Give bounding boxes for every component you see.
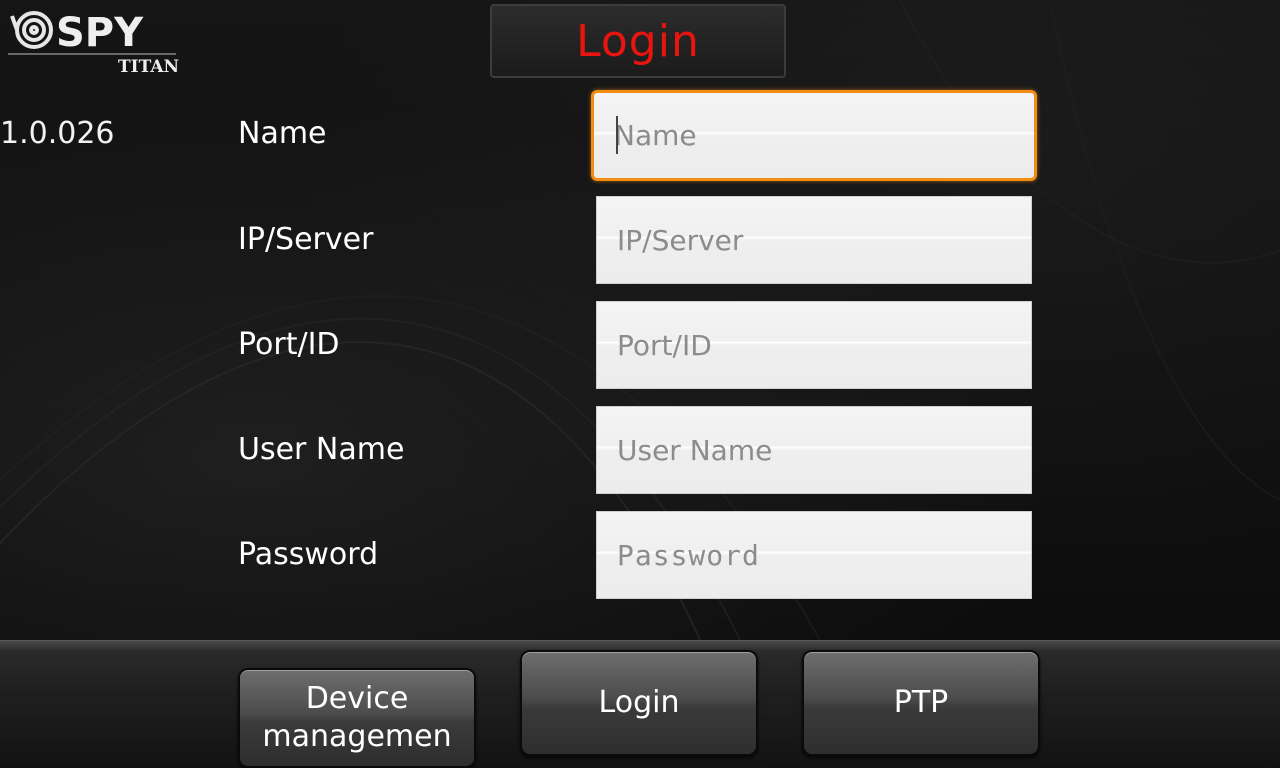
ptp-button-label: PTP: [893, 685, 949, 720]
port-id-label: Port/ID: [238, 327, 340, 362]
spy-titan-logo: SPY TITAN: [8, 8, 180, 77]
ip-server-label: IP/Server: [238, 222, 374, 257]
login-button[interactable]: Login: [520, 650, 758, 756]
svg-text:TITAN: TITAN: [118, 57, 179, 76]
password-label: Password: [238, 537, 379, 572]
device-management-label-line1: Device: [305, 681, 409, 716]
user-name-label: User Name: [238, 432, 405, 467]
name-input[interactable]: [591, 90, 1037, 181]
device-management-label-line2: managemen: [262, 719, 452, 754]
ptp-button[interactable]: PTP: [802, 650, 1040, 756]
device-management-button[interactable]: Device managemen: [238, 668, 476, 768]
login-button-label: Login: [598, 685, 680, 720]
app-screen: SPY TITAN Login 1.0.026 Name IP/Server P…: [0, 0, 1280, 768]
page-title: Login: [576, 15, 700, 67]
ip-server-input[interactable]: [596, 196, 1032, 284]
password-input[interactable]: [596, 511, 1032, 599]
version-label: 1.0.026: [0, 116, 115, 151]
user-name-input[interactable]: [596, 406, 1032, 494]
name-label: Name: [238, 116, 327, 151]
port-id-input[interactable]: [596, 301, 1032, 389]
text-caret: [616, 116, 618, 154]
svg-text:SPY: SPY: [56, 10, 144, 56]
logo-icon: SPY TITAN: [8, 10, 179, 77]
page-title-box: Login: [490, 4, 786, 78]
